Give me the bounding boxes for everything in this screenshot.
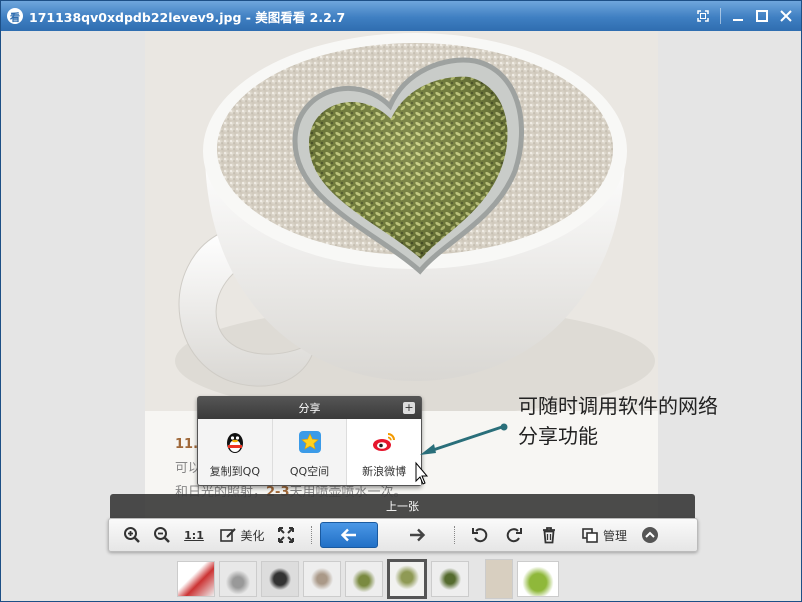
minimize-icon — [733, 19, 743, 21]
zoom-out-button[interactable] — [145, 522, 179, 548]
app-icon: 看 — [7, 8, 23, 24]
beautify-label: 美化 — [240, 528, 265, 543]
previous-image-label: 上一张 — [386, 500, 419, 513]
rotate-left-button[interactable] — [463, 522, 497, 548]
viewer-toolbar: 1:1 美化 管理 — [108, 518, 698, 552]
share-panel-header: 分享 + — [198, 397, 421, 419]
fit-screen-icon — [278, 527, 294, 543]
image-viewer[interactable]: 11. 可以 和日光的照射，2-3天用喷壶喷水一次。 分享 + 复制到QQ QQ… — [2, 31, 801, 601]
displayed-photo — [145, 31, 658, 411]
thumbnail[interactable] — [431, 561, 469, 597]
share-qzone[interactable]: QQ空间 — [273, 419, 348, 485]
share-panel: 分享 + 复制到QQ QQ空间 新浪微博 — [197, 396, 422, 486]
annotation-line: 可随时调用软件的网络 — [518, 394, 718, 418]
thumbnail[interactable] — [517, 561, 559, 597]
share-item-label: 新浪微博 — [362, 465, 407, 478]
zoom-in-icon — [124, 527, 140, 543]
thumbnail[interactable] — [345, 561, 383, 597]
share-copy-to-qq[interactable]: 复制到QQ — [198, 419, 273, 485]
thumbnail[interactable] — [261, 561, 299, 597]
share-item-label: 复制到QQ — [209, 465, 260, 478]
title-separator — [720, 8, 721, 24]
thumbnail[interactable] — [177, 561, 215, 597]
manage-label: 管理 — [602, 528, 627, 543]
thumbnail-selected[interactable] — [387, 559, 427, 599]
annotation-text: 可随时调用软件的网络 分享功能 — [518, 391, 718, 451]
delete-button[interactable] — [531, 522, 567, 548]
collapse-toolbar-button[interactable] — [635, 522, 665, 548]
thumbnail-gap — [473, 561, 481, 597]
close-button[interactable] — [775, 6, 797, 26]
manage-folder-icon — [582, 528, 598, 543]
previous-button[interactable] — [320, 522, 378, 548]
app-window: 看 171138qv0xdpdb22levev9.jpg - 美图看看 2.2.… — [0, 0, 802, 602]
share-sina-weibo[interactable]: 新浪微博 — [347, 419, 422, 485]
beautify-button[interactable]: 美化 — [215, 522, 269, 548]
share-add-button[interactable]: + — [403, 402, 415, 414]
next-button[interactable] — [388, 522, 446, 548]
maximize-icon — [756, 10, 768, 22]
weibo-icon — [373, 433, 396, 451]
window-controls — [692, 6, 797, 26]
chevron-up-icon — [642, 527, 658, 543]
arrow-left-icon — [340, 528, 356, 542]
fit-screen-button[interactable] — [269, 522, 303, 548]
zoom-out-icon — [154, 527, 170, 543]
thumbnail[interactable] — [485, 559, 513, 599]
qq-penguin-icon — [226, 433, 243, 453]
teacup-sprouts-image — [145, 31, 658, 411]
share-item-label: QQ空间 — [289, 465, 330, 478]
thumbnail-strip — [177, 558, 559, 600]
minimize-button[interactable] — [727, 6, 749, 26]
toolbar-separator — [311, 526, 312, 544]
previous-image-bar[interactable]: 上一张 — [110, 494, 695, 518]
rotate-right-button[interactable] — [497, 522, 531, 548]
edit-pencil-icon — [220, 528, 237, 542]
arrow-right-icon — [410, 528, 426, 542]
maximize-button[interactable] — [751, 6, 773, 26]
actual-size-button[interactable]: 1:1 — [179, 522, 209, 548]
rotate-left-icon — [472, 528, 488, 543]
annotation-line: 分享功能 — [518, 424, 598, 448]
fullscreen-button[interactable] — [692, 6, 714, 26]
toolbar-separator — [454, 526, 455, 544]
trash-icon — [543, 527, 555, 544]
fullscreen-icon — [697, 10, 709, 22]
window-title: 171138qv0xdpdb22levev9.jpg - 美图看看 2.2.7 — [29, 9, 346, 25]
rotate-right-icon — [506, 528, 522, 543]
thumbnail[interactable] — [303, 561, 341, 597]
manage-button[interactable]: 管理 — [573, 522, 635, 548]
share-items: 复制到QQ QQ空间 新浪微博 — [198, 419, 422, 485]
step-number: 11. — [175, 437, 199, 452]
zoom-in-button[interactable] — [119, 522, 145, 548]
close-icon — [780, 10, 792, 22]
thumbnail[interactable] — [219, 561, 257, 597]
qzone-star-icon — [298, 431, 321, 453]
share-panel-title: 分享 — [298, 402, 321, 415]
title-bar[interactable]: 看 171138qv0xdpdb22levev9.jpg - 美图看看 2.2.… — [1, 1, 801, 31]
